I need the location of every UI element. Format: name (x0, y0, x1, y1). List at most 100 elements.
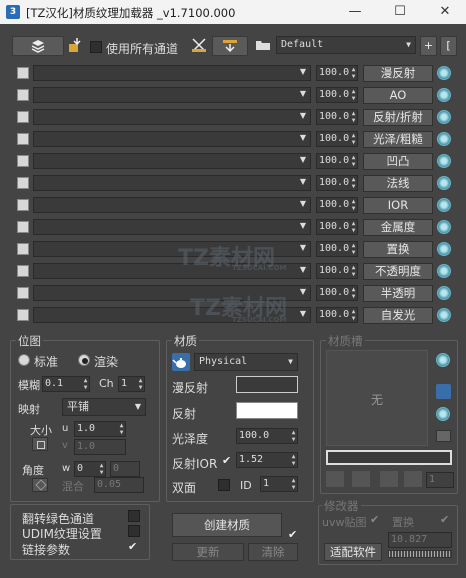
row-enable-checkbox[interactable] (17, 243, 29, 255)
row-map-button[interactable]: 半透明 (363, 285, 433, 302)
lock-aspect-button[interactable] (32, 437, 48, 451)
uvw-checkbox[interactable]: ✔ (370, 513, 379, 526)
create-material-button[interactable]: 创建材质 (172, 513, 282, 537)
mapping-dropdown[interactable]: 平铺 ▼ (62, 398, 146, 416)
row-amount-spinner[interactable]: 100.0 ▲ ▼ (316, 65, 358, 81)
map-browser-icon[interactable] (437, 242, 451, 256)
w-spinner[interactable]: 0 ▲ ▼ (74, 461, 106, 477)
close-button[interactable]: ✕ (430, 3, 460, 21)
row-amount-spinner[interactable]: 100.0 ▲ ▼ (316, 241, 358, 257)
row-amount-spinner[interactable]: 100.0 ▲ ▼ (316, 109, 358, 125)
row-enable-checkbox[interactable] (17, 265, 29, 277)
map-browser-icon[interactable] (437, 66, 451, 80)
row-map-button[interactable]: 凹凸 (363, 153, 433, 170)
row-enable-checkbox[interactable] (17, 177, 29, 189)
render-radio[interactable] (78, 354, 90, 366)
teapot-icon[interactable] (172, 353, 190, 371)
map-browser-icon[interactable] (437, 88, 451, 102)
row-amount-spinner[interactable]: 100.0 ▲ ▼ (316, 175, 358, 191)
map-browser-icon[interactable] (437, 220, 451, 234)
load-preset-button[interactable] (212, 36, 248, 56)
row-amount-spinner[interactable]: 100.0 ▲ ▼ (316, 87, 358, 103)
standard-radio[interactable] (18, 354, 30, 366)
row-texture-dropdown[interactable]: ▼ (33, 219, 311, 235)
ior-spinner[interactable]: 1.52 ▲ ▼ (236, 452, 298, 468)
map-browser-icon[interactable] (437, 110, 451, 124)
bracket-icon[interactable]: [ (440, 36, 457, 56)
row-amount-spinner[interactable]: 100.0 ▲ ▼ (316, 197, 358, 213)
folder-icon[interactable] (255, 37, 271, 53)
map-browser-icon[interactable] (437, 154, 451, 168)
row-map-button[interactable]: 置换 (363, 241, 433, 258)
diffuse-color-swatch[interactable] (236, 376, 298, 393)
assign-icon[interactable] (380, 471, 398, 487)
row-enable-checkbox[interactable] (17, 155, 29, 167)
row-map-button[interactable]: AO (363, 87, 433, 104)
row-map-button[interactable]: 自发光 (363, 307, 433, 324)
row-map-button[interactable]: 漫反射 (363, 65, 433, 82)
v-spinner[interactable]: 1.0 (74, 439, 126, 455)
map-browser-icon[interactable] (437, 176, 451, 190)
ior-checkbox[interactable]: ✔ (222, 454, 231, 467)
row-texture-dropdown[interactable]: ▼ (33, 153, 311, 169)
maximize-button[interactable]: ☐ (385, 3, 415, 21)
map-browser-icon[interactable] (437, 132, 451, 146)
reflect-color-swatch[interactable] (236, 402, 298, 419)
update-button[interactable]: 更新 (172, 543, 244, 561)
ch-spinner[interactable]: 1 ▲ ▼ (118, 376, 145, 392)
udim-checkbox[interactable] (128, 525, 140, 537)
slot-count-spinner[interactable]: 1 (426, 472, 454, 488)
row-texture-dropdown[interactable]: ▼ (33, 87, 311, 103)
layers-button[interactable] (12, 36, 64, 56)
flip-green-checkbox[interactable] (128, 510, 140, 522)
slot-name-field[interactable] (326, 450, 452, 465)
minimize-button[interactable]: — (340, 3, 370, 21)
material-slot-preview[interactable]: 无 (326, 350, 428, 446)
row-map-button[interactable]: 不透明度 (363, 263, 433, 280)
import-icon[interactable] (68, 36, 84, 54)
pick-material-icon[interactable] (326, 471, 344, 487)
row-map-button[interactable]: IOR (363, 197, 433, 214)
material-type-dropdown[interactable]: Physical ▼ (194, 353, 298, 371)
map-browser-icon[interactable] (437, 198, 451, 212)
use-all-channels-checkbox[interactable] (90, 41, 102, 53)
teapot-icon[interactable] (436, 384, 451, 399)
row-enable-checkbox[interactable] (17, 89, 29, 101)
displace-slider[interactable] (388, 550, 452, 558)
slot-map-icon[interactable] (436, 407, 450, 421)
map-browser-icon[interactable] (437, 264, 451, 278)
id-spinner[interactable]: 1 ▲ ▼ (260, 476, 298, 492)
row-map-button[interactable]: 法线 (363, 175, 433, 192)
row-enable-checkbox[interactable] (17, 133, 29, 145)
u-spinner[interactable]: 1.0 ▲ ▼ (74, 421, 126, 437)
row-texture-dropdown[interactable]: ▼ (33, 131, 311, 147)
row-map-button[interactable]: 光泽/粗糙 (363, 131, 433, 148)
row-texture-dropdown[interactable]: ▼ (33, 65, 311, 81)
row-map-button[interactable]: 反射/折射 (363, 109, 433, 126)
map-browser-icon[interactable] (437, 308, 451, 322)
row-amount-spinner[interactable]: 100.0 ▲ ▼ (316, 131, 358, 147)
link-params-checkbox[interactable]: ✔ (128, 540, 137, 553)
slot-map-icon[interactable] (436, 353, 450, 367)
two-sided-checkbox[interactable] (218, 479, 230, 491)
row-amount-spinner[interactable]: 100.0 ▲ ▼ (316, 153, 358, 169)
blur-spinner[interactable]: 0.1 ▲ ▼ (42, 376, 90, 392)
blend-spinner[interactable]: 0.05 (94, 477, 144, 493)
glossiness-spinner[interactable]: 100.0 ▲ ▼ (236, 428, 298, 444)
w-spinner-2[interactable]: 0 (110, 461, 140, 477)
row-amount-spinner[interactable]: 100.0 ▲ ▼ (316, 263, 358, 279)
cut-icon[interactable] (190, 36, 208, 54)
row-amount-spinner[interactable]: 100.0 ▲ ▼ (316, 307, 358, 323)
fit-software-button[interactable]: 适配软件 (324, 543, 382, 561)
preset-dropdown[interactable]: Default ▼ (276, 36, 416, 54)
row-texture-dropdown[interactable]: ▼ (33, 109, 311, 125)
row-texture-dropdown[interactable]: ▼ (33, 197, 311, 213)
row-enable-checkbox[interactable] (17, 309, 29, 321)
clear-button[interactable]: 清除 (248, 543, 298, 561)
add-preset-button[interactable]: + (420, 36, 437, 56)
slot-tool-icon[interactable] (436, 430, 451, 442)
row-enable-checkbox[interactable] (17, 67, 29, 79)
row-enable-checkbox[interactable] (17, 199, 29, 211)
create-option-checkbox[interactable]: ✔ (288, 528, 297, 541)
map-browser-icon[interactable] (437, 286, 451, 300)
